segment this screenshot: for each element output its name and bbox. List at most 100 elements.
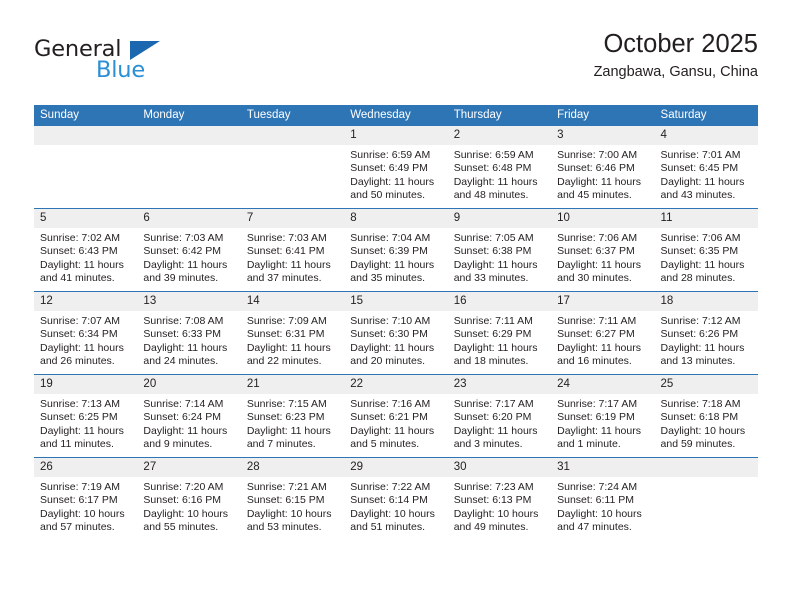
day-details: Sunrise: 7:22 AM Sunset: 6:14 PM Daylight:…	[344, 477, 447, 534]
day-number: 16	[447, 292, 552, 311]
sunset-time: Sunset: 6:11 PM	[557, 494, 634, 507]
sunrise-time: Sunrise: 6:59 AM	[453, 149, 534, 161]
daylight-duration-line2: and 7 minutes.	[246, 437, 316, 450]
calendar-day-cell[interactable]: 14 Sunrise: 7:09 AM Sunset: 6:31 PM Dayligh…	[240, 291, 345, 375]
sunset-time: Sunset: 6:19 PM	[557, 411, 635, 424]
calendar-day-cell[interactable]: 2 Sunrise: 6:59 AM Sunset: 6:48 PM Daylight…	[447, 126, 552, 209]
calendar-day-cell[interactable]: 16 Sunrise: 7:11 AM Sunset: 6:29 PM Dayligh…	[447, 291, 552, 375]
daylight-duration-line1: Daylight: 11 hours	[40, 424, 124, 437]
calendar-day-cell[interactable]: 12 Sunrise: 7:07 AM Sunset: 6:34 PM Dayligh…	[34, 291, 138, 375]
calendar-week-row: 26 Sunrise: 7:19 AM Sunset: 6:17 PM Dayligh…	[34, 457, 758, 540]
day-number: 8	[344, 209, 448, 228]
sunset-time: Sunset: 6:37 PM	[557, 245, 635, 258]
sunrise-time: Sunrise: 7:05 AM	[453, 232, 534, 244]
calendar-day-cell[interactable]: 25 Sunrise: 7:18 AM Sunset: 6:18 PM Dayligh…	[654, 374, 758, 458]
day-number: 22	[344, 375, 448, 394]
calendar-day-cell[interactable]: 19 Sunrise: 7:13 AM Sunset: 6:25 PM Dayligh…	[34, 374, 138, 458]
calendar-day-cell[interactable]: 27 Sunrise: 7:20 AM Sunset: 6:16 PM Dayligh…	[137, 457, 241, 540]
daylight-duration-line1: Daylight: 11 hours	[350, 175, 435, 188]
page-header: General Blue October 2025 Zangbawa, Gans…	[34, 28, 758, 96]
day-details: Sunrise: 7:16 AM Sunset: 6:21 PM Daylight:…	[344, 394, 447, 451]
calendar-week-row: 19 Sunrise: 7:13 AM Sunset: 6:25 PM Dayligh…	[34, 374, 758, 458]
daylight-duration-line1: Daylight: 11 hours	[143, 341, 228, 354]
sunset-time: Sunset: 6:27 PM	[557, 328, 635, 341]
calendar-day-cell[interactable]: 22 Sunrise: 7:16 AM Sunset: 6:21 PM Dayligh…	[344, 374, 448, 458]
calendar-day-cell[interactable]: 10 Sunrise: 7:06 AM Sunset: 6:37 PM Dayligh…	[551, 208, 655, 292]
weekday-header-thursday: Thursday	[447, 105, 552, 126]
daylight-duration-line1: Daylight: 11 hours	[246, 341, 331, 354]
calendar-day-cell[interactable]: 6 Sunrise: 7:03 AM Sunset: 6:42 PM Daylight…	[137, 208, 241, 292]
daylight-duration-line2: and 39 minutes.	[143, 271, 219, 284]
day-details: Sunrise: 7:03 AM Sunset: 6:41 PM Daylight:…	[241, 228, 344, 285]
calendar-day-cell[interactable]: 9 Sunrise: 7:05 AM Sunset: 6:38 PM Daylight…	[447, 208, 552, 292]
daylight-duration-line1: Daylight: 11 hours	[40, 341, 124, 354]
daylight-duration-line2: and 48 minutes.	[453, 188, 529, 201]
daylight-duration-line2: and 28 minutes.	[660, 271, 736, 284]
day-details: Sunrise: 7:11 AM Sunset: 6:29 PM Daylight:…	[448, 311, 551, 368]
calendar-day-cell[interactable]: 1 Sunrise: 6:59 AM Sunset: 6:49 PM Daylight…	[344, 126, 448, 209]
daylight-duration-line1: Daylight: 11 hours	[660, 341, 745, 354]
calendar-day-cell[interactable]: 17 Sunrise: 7:11 AM Sunset: 6:27 PM Dayligh…	[551, 291, 655, 375]
calendar-day-cell[interactable]: 26 Sunrise: 7:19 AM Sunset: 6:17 PM Dayligh…	[34, 457, 138, 540]
calendar-cell-empty	[34, 126, 138, 209]
day-number: 27	[137, 458, 241, 477]
calendar-day-cell[interactable]: 11 Sunrise: 7:06 AM Sunset: 6:35 PM Dayligh…	[654, 208, 758, 292]
sunset-time: Sunset: 6:34 PM	[40, 328, 118, 341]
location-subtitle: Zangbawa, Gansu, China	[593, 64, 758, 80]
sunrise-time: Sunrise: 7:11 AM	[557, 315, 637, 327]
calendar-day-cell[interactable]: 24 Sunrise: 7:17 AM Sunset: 6:19 PM Dayligh…	[551, 374, 655, 458]
sunset-time: Sunset: 6:38 PM	[453, 245, 532, 258]
daylight-duration-line1: Daylight: 10 hours	[143, 507, 229, 520]
day-number: 1	[344, 126, 448, 145]
daylight-duration-line2: and 20 minutes.	[350, 354, 425, 367]
sunrise-time: Sunrise: 7:17 AM	[453, 398, 534, 410]
sunset-time: Sunset: 6:33 PM	[143, 328, 222, 341]
day-details: Sunrise: 7:14 AM Sunset: 6:24 PM Daylight:…	[137, 394, 240, 451]
sunset-time: Sunset: 6:20 PM	[453, 411, 532, 424]
day-details: Sunrise: 7:06 AM Sunset: 6:37 PM Daylight:…	[551, 228, 654, 285]
calendar-day-cell[interactable]: 21 Sunrise: 7:15 AM Sunset: 6:23 PM Dayligh…	[240, 374, 345, 458]
daylight-duration-line1: Daylight: 10 hours	[557, 507, 642, 520]
daylight-duration-line1: Daylight: 11 hours	[453, 258, 538, 271]
day-number: 9	[447, 209, 552, 228]
day-number: 2	[447, 126, 552, 145]
calendar-day-cell[interactable]: 8 Sunrise: 7:04 AM Sunset: 6:39 PM Daylight…	[344, 208, 448, 292]
calendar-day-cell[interactable]: 29 Sunrise: 7:22 AM Sunset: 6:14 PM Dayligh…	[344, 457, 448, 540]
weekday-header-saturday: Saturday	[654, 105, 758, 126]
day-details: Sunrise: 7:03 AM Sunset: 6:42 PM Daylight:…	[137, 228, 240, 285]
day-details: Sunrise: 7:13 AM Sunset: 6:25 PM Daylight:…	[34, 394, 137, 451]
calendar-day-cell[interactable]: 28 Sunrise: 7:21 AM Sunset: 6:15 PM Dayligh…	[240, 457, 345, 540]
calendar-day-cell[interactable]: 15 Sunrise: 7:10 AM Sunset: 6:30 PM Dayligh…	[344, 291, 448, 375]
sunset-time: Sunset: 6:48 PM	[453, 162, 532, 175]
calendar-day-cell[interactable]: 4 Sunrise: 7:01 AM Sunset: 6:45 PM Daylight…	[654, 126, 758, 209]
sunrise-time: Sunrise: 7:00 AM	[557, 149, 638, 161]
sunset-time: Sunset: 6:25 PM	[40, 411, 118, 424]
daylight-duration-line1: Daylight: 11 hours	[143, 258, 228, 271]
day-details: Sunrise: 7:05 AM Sunset: 6:38 PM Daylight:…	[448, 228, 551, 285]
sunrise-time: Sunrise: 7:10 AM	[350, 315, 431, 327]
calendar-day-cell[interactable]: 5 Sunrise: 7:02 AM Sunset: 6:43 PM Daylight…	[34, 208, 138, 292]
calendar-day-cell[interactable]: 7 Sunrise: 7:03 AM Sunset: 6:41 PM Daylight…	[240, 208, 345, 292]
sunset-time: Sunset: 6:23 PM	[246, 411, 325, 424]
calendar-day-cell[interactable]: 31 Sunrise: 7:24 AM Sunset: 6:11 PM Dayligh…	[551, 457, 655, 540]
sunset-time: Sunset: 6:41 PM	[246, 245, 325, 258]
daylight-duration-line1: Daylight: 11 hours	[453, 424, 538, 437]
day-number	[654, 458, 758, 477]
calendar-day-cell[interactable]: 30 Sunrise: 7:23 AM Sunset: 6:13 PM Dayligh…	[447, 457, 552, 540]
calendar-body: 1 Sunrise: 6:59 AM Sunset: 6:49 PM Daylight…	[34, 126, 758, 540]
calendar-day-cell[interactable]: 20 Sunrise: 7:14 AM Sunset: 6:24 PM Dayligh…	[137, 374, 241, 458]
day-number: 24	[551, 375, 655, 394]
day-number: 19	[34, 375, 138, 394]
daylight-duration-line1: Daylight: 11 hours	[453, 175, 538, 188]
calendar-day-cell[interactable]: 23 Sunrise: 7:17 AM Sunset: 6:20 PM Dayligh…	[447, 374, 552, 458]
general-blue-logo[interactable]: General Blue	[34, 36, 254, 92]
calendar-day-cell[interactable]: 18 Sunrise: 7:12 AM Sunset: 6:26 PM Dayligh…	[654, 291, 758, 375]
sunrise-time: Sunrise: 7:20 AM	[143, 481, 224, 493]
calendar-day-cell[interactable]: 3 Sunrise: 7:00 AM Sunset: 6:46 PM Daylight…	[551, 126, 655, 209]
sunrise-time: Sunrise: 7:03 AM	[143, 232, 224, 244]
sunrise-time: Sunrise: 7:04 AM	[350, 232, 431, 244]
calendar-cell-empty	[240, 126, 345, 209]
day-number: 7	[240, 209, 345, 228]
calendar-day-cell[interactable]: 13 Sunrise: 7:08 AM Sunset: 6:33 PM Dayligh…	[137, 291, 241, 375]
day-details: Sunrise: 7:01 AM Sunset: 6:45 PM Daylight:…	[655, 145, 758, 202]
